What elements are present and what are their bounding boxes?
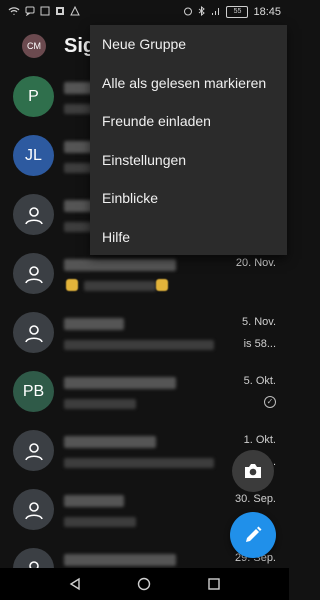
menu-item-insights[interactable]: Einblicke xyxy=(90,179,287,218)
pencil-icon xyxy=(243,525,263,545)
camera-icon xyxy=(243,462,263,480)
compose-button[interactable] xyxy=(230,512,276,558)
menu-item-mark-all-read[interactable]: Alle als gelesen markieren xyxy=(90,64,287,103)
profile-avatar[interactable]: CM xyxy=(22,34,46,58)
app-title: Signal xyxy=(64,35,92,58)
signal-icon xyxy=(211,6,221,19)
status-left xyxy=(8,6,80,19)
emoji-blurred xyxy=(156,279,168,291)
message-preview-blurred xyxy=(64,458,214,468)
contact-name-blurred xyxy=(64,495,124,507)
contact-name-blurred xyxy=(64,554,176,566)
contact-avatar: PB xyxy=(13,371,54,412)
contact-name-blurred xyxy=(64,436,156,448)
person-icon xyxy=(22,321,46,345)
contact-avatar: P xyxy=(13,76,54,117)
contact-name-blurred xyxy=(64,318,124,330)
message-preview-blurred xyxy=(64,517,136,527)
message-preview-blurred xyxy=(84,281,156,291)
contact-avatar xyxy=(13,253,54,294)
person-icon xyxy=(22,498,46,522)
message-preview-blurred xyxy=(64,399,136,409)
back-icon xyxy=(68,577,82,591)
contact-avatar xyxy=(13,489,54,530)
status-right: 55 18:45 xyxy=(183,6,281,19)
emoji-blurred xyxy=(66,279,78,291)
camera-button[interactable] xyxy=(232,450,274,492)
battery-icon: 55 xyxy=(226,6,248,18)
message-preview-blurred xyxy=(64,340,214,350)
status-bar: 55 18:45 xyxy=(0,0,289,24)
menu-item-help[interactable]: Hilfe xyxy=(90,218,287,257)
menu-item-new-group[interactable]: Neue Gruppe xyxy=(90,25,287,64)
message-preview-end: is 58... xyxy=(244,338,276,350)
image-icon xyxy=(40,6,50,19)
contact-avatar xyxy=(13,312,54,353)
clock: 18:45 xyxy=(253,6,281,18)
conversation-date: 1. Okt. xyxy=(244,434,276,446)
system-nav-bar xyxy=(0,568,289,600)
contact-avatar xyxy=(13,430,54,471)
wifi-icon xyxy=(8,6,20,19)
warning-icon xyxy=(70,6,80,19)
contact-name-blurred xyxy=(64,259,176,271)
delivered-check-icon: ✓ xyxy=(264,396,276,408)
person-icon xyxy=(22,262,46,286)
notification-icon xyxy=(55,6,65,19)
bluetooth-icon xyxy=(198,6,206,19)
conversation-date: 5. Nov. xyxy=(242,316,276,328)
conversation-row[interactable]: 5. Nov. is 58... xyxy=(0,304,289,363)
menu-item-settings[interactable]: Einstellungen xyxy=(90,141,287,180)
home-icon xyxy=(137,577,151,591)
contact-avatar: JL xyxy=(13,135,54,176)
person-icon xyxy=(22,439,46,463)
conversation-row[interactable]: PB 5. Okt. ✓ xyxy=(0,363,289,422)
person-icon xyxy=(22,203,46,227)
contact-name-blurred xyxy=(64,377,176,389)
home-button[interactable] xyxy=(137,577,151,591)
conversation-date: 30. Sep. xyxy=(235,493,276,505)
recents-button[interactable] xyxy=(207,577,221,591)
overflow-menu: Neue Gruppe Alle als gelesen markieren F… xyxy=(90,25,287,255)
contact-avatar xyxy=(13,194,54,235)
message-icon xyxy=(25,6,35,19)
menu-item-invite-friends[interactable]: Freunde einladen xyxy=(90,102,287,141)
back-button[interactable] xyxy=(68,577,82,591)
recents-icon xyxy=(207,577,221,591)
alarm-icon xyxy=(183,6,193,19)
conversation-date: 20. Nov. xyxy=(236,257,276,269)
conversation-date: 5. Okt. xyxy=(244,375,276,387)
